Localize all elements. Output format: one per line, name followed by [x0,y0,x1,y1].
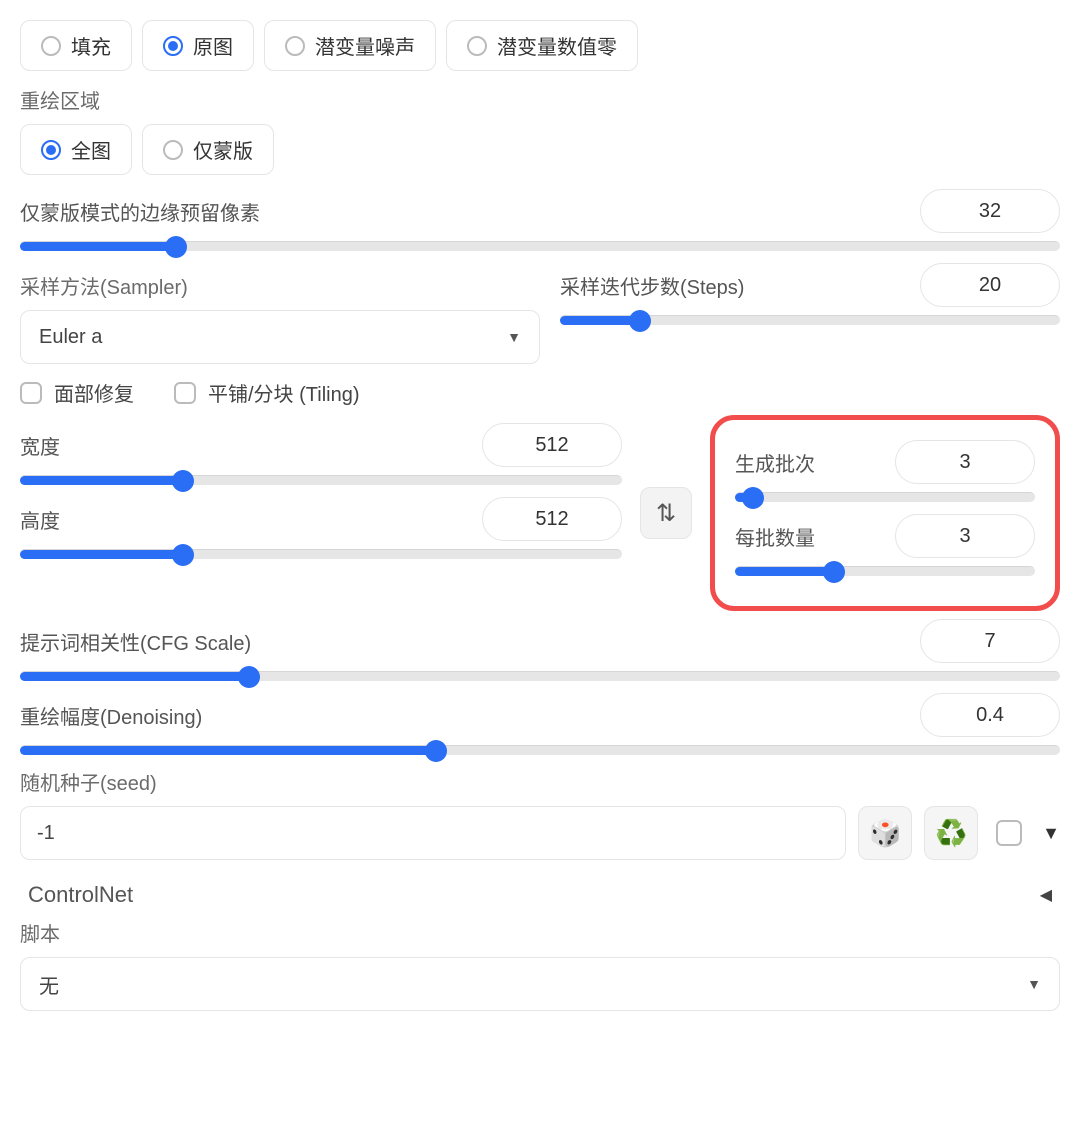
redraw-area-radio-group: 全图 仅蒙版 [20,124,1060,175]
width-label: 宽度 [20,431,60,460]
redraw-area-option-mask-only[interactable]: 仅蒙版 [142,124,274,175]
denoise-slider[interactable] [20,745,1060,755]
batch-size-label: 每批数量 [735,522,815,551]
checkbox-icon [20,382,42,404]
mask-content-radio-group: 填充 原图 潜变量噪声 潜变量数值零 [20,20,1060,71]
mask-padding-slider[interactable] [20,241,1060,251]
batch-size-slider[interactable] [735,566,1035,576]
script-label: 脚本 [20,918,1060,947]
height-slider[interactable] [20,549,622,559]
checkbox-label: 平铺/分块 (Tiling) [208,378,359,407]
mask-content-option-latent-noise[interactable]: 潜变量噪声 [264,20,436,71]
radio-icon [41,36,61,56]
cfg-label: 提示词相关性(CFG Scale) [20,627,251,656]
denoise-value[interactable]: 0.4 [920,693,1060,737]
seed-label: 随机种子(seed) [20,767,1060,796]
extra-seed-checkbox[interactable] [996,820,1022,846]
sampler-select[interactable]: Euler a ▼ [20,310,540,364]
option-label: 全图 [71,135,111,164]
extra-seed-toggle[interactable]: ▼ [1042,823,1060,844]
denoise-label: 重绘幅度(Denoising) [20,701,202,730]
dice-icon: 🎲 [869,818,901,849]
cfg-value[interactable]: 7 [920,619,1060,663]
script-value: 无 [39,970,59,999]
steps-slider[interactable] [560,315,1060,325]
redraw-area-label: 重绘区域 [20,85,1060,114]
checkbox-icon [174,382,196,404]
reuse-seed-button[interactable]: ♻️ [924,806,978,860]
mask-content-option-fill[interactable]: 填充 [20,20,132,71]
cfg-slider[interactable] [20,671,1060,681]
steps-value[interactable]: 20 [920,263,1060,307]
mask-padding-label: 仅蒙版模式的边缘预留像素 [20,197,260,226]
chevron-down-icon: ▼ [1027,976,1041,992]
radio-icon [41,140,61,160]
batch-count-value[interactable]: 3 [895,440,1035,484]
cfg-slider-row: 提示词相关性(CFG Scale) 7 [20,619,1060,681]
checkbox-label: 面部修复 [54,378,134,407]
option-label: 潜变量噪声 [315,31,415,60]
height-label: 高度 [20,505,60,534]
controlnet-accordion[interactable]: ControlNet ◀ [20,882,1060,908]
steps-label: 采样迭代步数(Steps) [560,271,744,300]
chevron-down-icon: ▼ [507,329,521,345]
radio-icon [163,140,183,160]
script-select[interactable]: 无 ▼ [20,957,1060,1011]
collapse-left-icon: ◀ [1040,885,1052,905]
option-label: 潜变量数值零 [497,31,617,60]
batch-count-slider[interactable] [735,492,1035,502]
face-restore-checkbox[interactable]: 面部修复 [20,378,134,407]
seed-value: -1 [37,822,55,845]
radio-icon [163,36,183,56]
redraw-area-option-full[interactable]: 全图 [20,124,132,175]
option-label: 原图 [193,31,233,60]
mask-padding-slider-row: 仅蒙版模式的边缘预留像素 32 [20,189,1060,251]
width-slider[interactable] [20,475,622,485]
batch-size-value[interactable]: 3 [895,514,1035,558]
batch-count-label: 生成批次 [735,448,815,477]
sampler-value: Euler a [39,326,102,349]
tiling-checkbox[interactable]: 平铺/分块 (Tiling) [174,378,359,407]
mask-content-option-latent-zero[interactable]: 潜变量数值零 [446,20,638,71]
height-value[interactable]: 512 [482,497,622,541]
recycle-icon: ♻️ [935,818,967,849]
width-value[interactable]: 512 [482,423,622,467]
mask-content-option-original[interactable]: 原图 [142,20,254,71]
swap-dimensions-button[interactable]: ⇅ [640,487,692,539]
radio-icon [285,36,305,56]
option-label: 仅蒙版 [193,135,253,164]
mask-padding-value[interactable]: 32 [920,189,1060,233]
sampler-label: 采样方法(Sampler) [20,271,540,300]
option-label: 填充 [71,31,111,60]
swap-icon: ⇅ [656,499,676,528]
seed-input[interactable]: -1 [20,806,846,860]
controlnet-label: ControlNet [28,882,133,908]
radio-icon [467,36,487,56]
random-seed-button[interactable]: 🎲 [858,806,912,860]
batch-settings-highlighted: 生成批次 3 每批数量 3 [710,415,1060,611]
denoise-slider-row: 重绘幅度(Denoising) 0.4 [20,693,1060,755]
